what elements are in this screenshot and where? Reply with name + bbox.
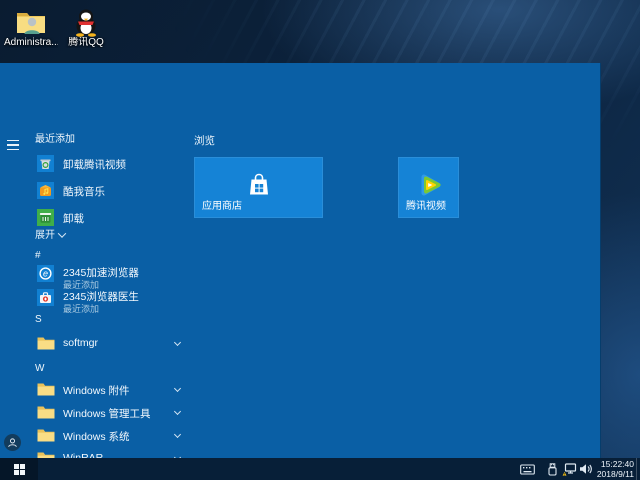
svg-text:e: e	[43, 269, 48, 279]
start-button[interactable]	[0, 458, 38, 480]
kuwo-music-box-icon	[37, 182, 54, 199]
app-label: softmgr	[63, 337, 98, 349]
expand-list-control[interactable]: 展开	[35, 226, 65, 240]
recycle-bin-icon	[37, 155, 54, 172]
chevron-down-icon	[175, 386, 181, 392]
medical-kit-icon	[37, 289, 54, 306]
section-header: #	[35, 250, 41, 262]
clock-date: 2018/9/11	[597, 469, 634, 479]
user-folder-icon	[4, 5, 58, 37]
app-list-item-uninstall-tencent-video[interactable]: 卸载腾讯视频	[37, 155, 187, 173]
app-list-folder-winrar[interactable]: WinRAR	[37, 450, 187, 458]
store-bag-icon	[245, 171, 273, 199]
desktop-screen: Administra... 腾讯QQ	[0, 0, 640, 480]
taskbar: 15:22:40 2018/9/11	[0, 458, 640, 480]
touch-keyboard-icon[interactable]	[520, 458, 535, 480]
folder-icon	[37, 405, 55, 419]
chevron-down-icon	[58, 229, 66, 237]
section-header: 最近添加	[35, 134, 75, 146]
green-uninstall-bin-icon	[37, 209, 54, 226]
app-list-folder-softmgr[interactable]: softmgr	[37, 335, 187, 353]
folder-icon	[37, 382, 55, 396]
app-list-folder-windows-accessories[interactable]: Windows 附件	[37, 381, 187, 399]
desktop-icon-label: Administra...	[4, 37, 58, 48]
app-label: Windows 附件	[63, 383, 130, 398]
windows-logo-icon	[14, 464, 25, 475]
app-label: 卸载腾讯视频	[63, 157, 126, 172]
desktop-icon-qq[interactable]: 腾讯QQ	[59, 5, 113, 48]
qq-penguin-icon	[59, 5, 113, 37]
app-list-item-kuwo-music[interactable]: 酷我音乐	[37, 182, 187, 200]
expand-label: 展开	[35, 230, 55, 241]
hamburger-menu-icon[interactable]	[4, 136, 22, 154]
app-list-item-uninstall[interactable]: 卸载	[37, 209, 187, 227]
volume-icon[interactable]	[579, 458, 592, 480]
tile-app-store[interactable]: 应用商店	[194, 157, 323, 218]
clock-time: 15:22:40	[597, 459, 634, 469]
chevron-down-icon	[175, 432, 181, 438]
desktop-icon-label: 腾讯QQ	[59, 37, 113, 48]
folder-icon	[37, 451, 55, 458]
app-label: 酷我音乐	[63, 184, 105, 199]
app-list-folder-windows-system[interactable]: Windows 系统	[37, 427, 187, 445]
app-list-folder-windows-admin-tools[interactable]: Windows 管理工具	[37, 404, 187, 422]
app-list-item-2345-browser-doctor[interactable]: 2345浏览器医生 最近添加	[37, 289, 187, 313]
app-label: Windows 管理工具	[63, 406, 151, 421]
tile-group-header: 浏览	[194, 133, 215, 148]
chevron-down-icon	[175, 340, 181, 346]
tile-label: 腾讯视频	[406, 197, 446, 212]
section-header: S	[35, 314, 42, 326]
tile-label: 应用商店	[202, 197, 242, 212]
browser-e-icon: e	[37, 265, 54, 282]
network-warning-icon[interactable]	[562, 458, 578, 480]
app-label: Windows 系统	[63, 429, 130, 444]
usb-device-icon[interactable]	[548, 458, 557, 480]
app-list-item-2345-browser[interactable]: e 2345加速浏览器 最近添加	[37, 265, 187, 289]
folder-icon	[37, 428, 55, 442]
user-avatar-icon[interactable]	[4, 434, 21, 451]
section-header: W	[35, 363, 44, 375]
taskbar-clock[interactable]: 15:22:40 2018/9/11	[597, 459, 634, 479]
tile-tencent-video[interactable]: 腾讯视频	[398, 157, 459, 218]
desktop-icon-administrator[interactable]: Administra...	[4, 5, 58, 48]
tencent-video-icon	[416, 172, 442, 198]
folder-icon	[37, 336, 55, 350]
show-desktop-button[interactable]	[636, 458, 640, 480]
start-menu: 最近添加 卸载腾讯视频 酷我音乐 卸载 展开 # e 2345加速浏览器	[0, 63, 601, 458]
app-sub-label: 最近添加	[63, 302, 99, 315]
chevron-down-icon	[175, 409, 181, 415]
app-label: 卸载	[63, 211, 84, 226]
